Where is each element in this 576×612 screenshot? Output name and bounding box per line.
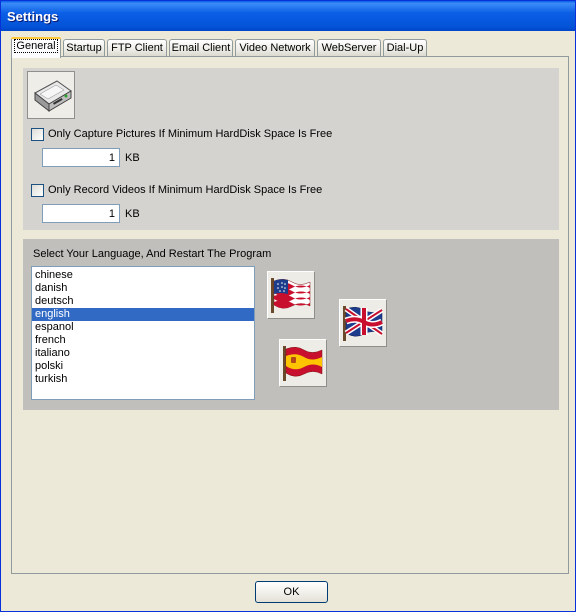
videos-space-checkbox[interactable] — [31, 183, 44, 197]
language-group: Select Your Language, And Restart The Pr… — [23, 239, 559, 410]
language-option-turkish[interactable]: turkish — [32, 373, 254, 386]
language-option-danish[interactable]: danish — [32, 282, 254, 295]
pictures-space-label: Only Capture Pictures If Minimum HardDis… — [48, 128, 333, 140]
uk-flag-icon — [343, 306, 384, 341]
hard-disk-icon — [34, 80, 72, 113]
language-option-french[interactable]: french — [32, 334, 254, 347]
us-flag-icon — [271, 278, 311, 313]
pictures-min-space-input[interactable] — [42, 148, 120, 167]
videos-space-label: Only Record Videos If Minimum HardDisk S… — [48, 184, 323, 196]
language-option-deutsch[interactable]: deutsch — [32, 295, 254, 308]
settings-window: Settings General Startup FTP Client Emai… — [0, 0, 576, 612]
language-option-chinese[interactable]: chinese — [32, 269, 254, 282]
title-bar[interactable]: Settings — [1, 1, 575, 31]
disk-space-group: Only Capture Pictures If Minimum HardDis… — [23, 68, 559, 230]
language-option-english[interactable]: english — [32, 308, 254, 321]
general-tab-panel: Only Capture Pictures If Minimum HardDis… — [11, 56, 569, 574]
videos-unit-label: KB — [125, 208, 140, 220]
pictures-unit-label: KB — [125, 152, 140, 164]
videos-space-option: Only Record Videos If Minimum HardDisk S… — [31, 183, 322, 197]
hard-disk-button[interactable] — [27, 71, 75, 119]
spain-flag-button[interactable] — [279, 339, 327, 387]
pictures-space-checkbox[interactable] — [31, 127, 44, 141]
tab-email-client[interactable]: Email Client — [169, 39, 233, 57]
us-flag-button[interactable] — [267, 271, 315, 319]
tab-dial-up[interactable]: Dial-Up — [383, 39, 427, 57]
language-caption: Select Your Language, And Restart The Pr… — [33, 248, 272, 260]
language-option-polski[interactable]: polski — [32, 360, 254, 373]
tab-video-network[interactable]: Video Network — [235, 39, 315, 57]
tab-startup[interactable]: Startup — [63, 39, 105, 57]
language-listbox[interactable]: chinese danish deutsch english espanol f… — [31, 266, 255, 400]
pictures-space-option: Only Capture Pictures If Minimum HardDis… — [31, 127, 332, 141]
ok-button[interactable]: OK — [255, 581, 328, 603]
window-title: Settings — [7, 9, 59, 24]
videos-min-space-input[interactable] — [42, 204, 120, 223]
tab-ftp-client[interactable]: FTP Client — [107, 39, 167, 57]
spain-flag-icon — [283, 346, 323, 381]
tab-webserver[interactable]: WebServer — [317, 39, 381, 57]
language-option-italiano[interactable]: italiano — [32, 347, 254, 360]
tab-general[interactable]: General — [11, 37, 61, 58]
uk-flag-button[interactable] — [339, 299, 387, 347]
language-option-espanol[interactable]: espanol — [32, 321, 254, 334]
